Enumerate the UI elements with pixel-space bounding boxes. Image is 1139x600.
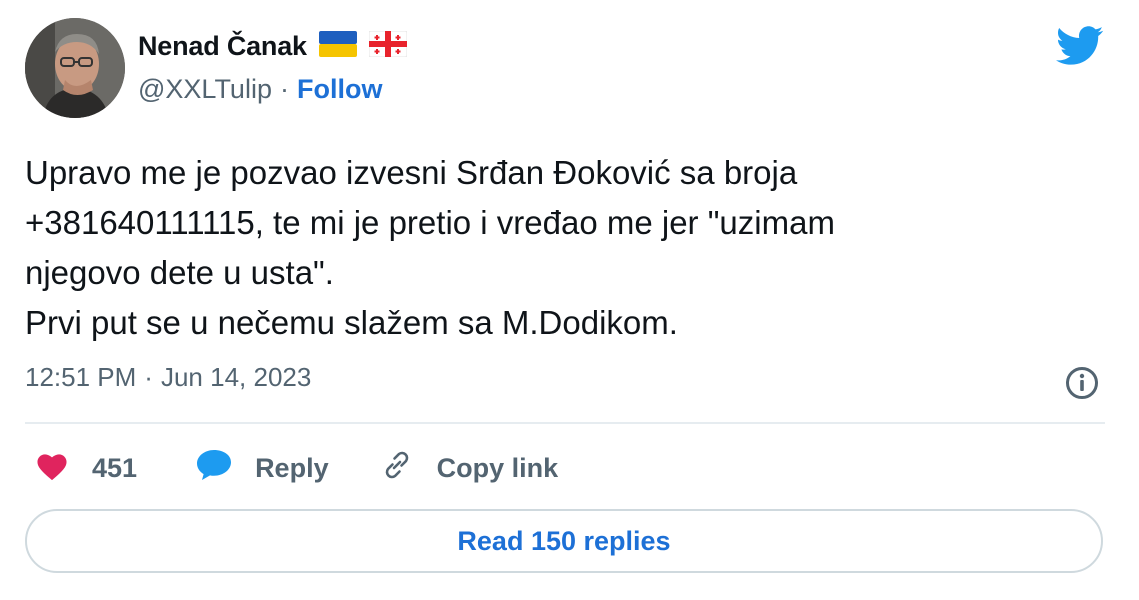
tweet-date: Jun 14, 2023 [160, 362, 312, 392]
divider [25, 422, 1105, 424]
tweet-time: 12:51 PM [25, 362, 137, 392]
ukraine-flag-icon [318, 30, 357, 62]
copy-link-label: Copy link [436, 452, 559, 483]
reply-button[interactable]: Reply [195, 448, 329, 489]
heart-icon [34, 449, 70, 488]
timestamp-separator: · [144, 362, 153, 392]
tweet-text-line: +381640111115, te mi je pretio i vređao … [25, 204, 835, 241]
info-icon[interactable] [1065, 366, 1099, 405]
like-button[interactable]: 451 [34, 449, 137, 488]
tweet-text-line: Prvi put se u nečemu slažem sa M.Dodikom… [25, 304, 678, 341]
like-count: 451 [92, 452, 138, 483]
author-name-row: Nenad Čanak [138, 26, 408, 66]
georgia-flag-icon [368, 30, 408, 62]
author-display-name[interactable]: Nenad Čanak [138, 31, 307, 62]
tweet-text: Upravo me je pozvao izvesni Srđan Đokovi… [25, 148, 1115, 348]
handle-separator: · [279, 74, 289, 104]
copy-link-button[interactable]: Copy link [379, 447, 559, 490]
follow-button[interactable]: Follow [297, 74, 382, 105]
twitter-bird-icon[interactable] [1056, 26, 1104, 71]
author-handle[interactable]: @XXLTulip [138, 74, 272, 105]
link-icon [379, 447, 415, 490]
tweet-actions: 451 Reply Copy link [34, 446, 558, 490]
read-replies-button[interactable]: Read 150 replies [25, 509, 1103, 573]
tweet-text-line: njegovo dete u usta". [25, 254, 334, 291]
tweet-text-line: Upravo me je pozvao izvesni Srđan Đokovi… [25, 154, 798, 191]
author-handle-row: @XXLTulip · Follow [138, 74, 382, 105]
speech-bubble-icon [195, 448, 233, 489]
read-replies-label: Read 150 replies [457, 525, 671, 556]
tweet-timestamp[interactable]: 12:51 PM · Jun 14, 2023 [25, 362, 311, 393]
avatar[interactable] [25, 18, 125, 118]
reply-label: Reply [255, 452, 329, 483]
